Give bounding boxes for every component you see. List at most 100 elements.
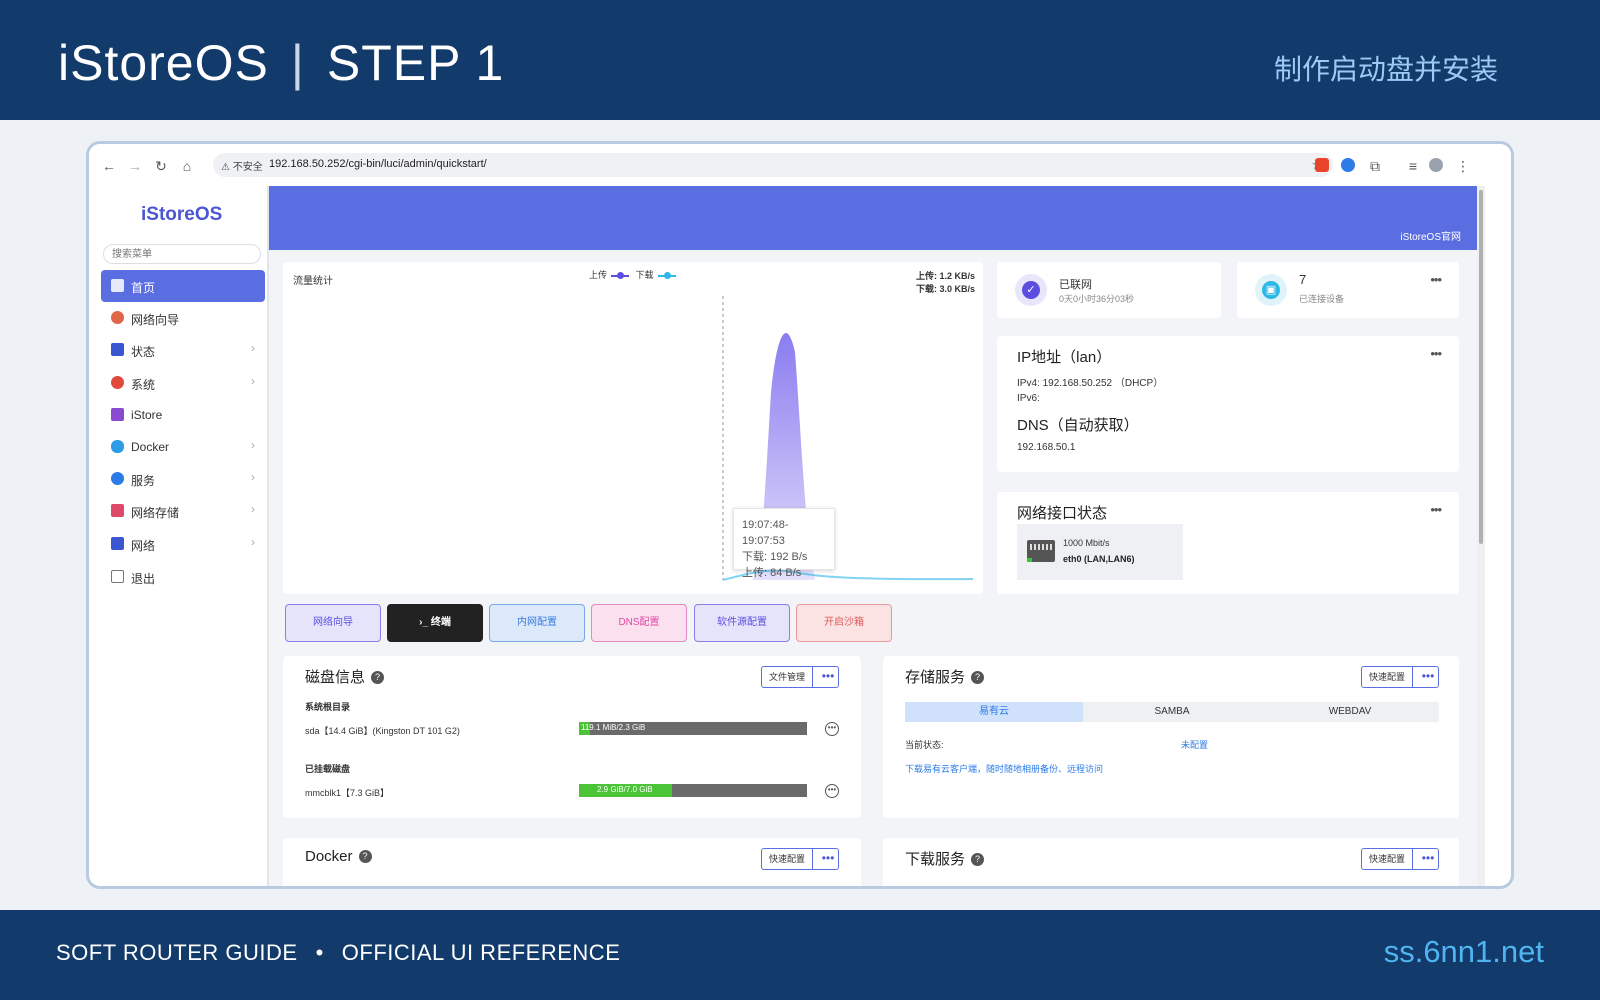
tooltip-download: 下载: 192 B/s [742, 551, 808, 563]
reading-list-icon[interactable]: ≡ [1403, 156, 1423, 176]
sidebar-item-label: 状态 [131, 345, 156, 359]
home-icon [111, 279, 124, 292]
storage-more-button[interactable]: ••• [1418, 667, 1438, 687]
online-status-card[interactable]: ✓ 已联网 0天0小时36分03秒 [997, 262, 1221, 318]
sidebar-item-nas[interactable]: 网络存储 › [101, 495, 265, 527]
sidebar-item-network[interactable]: 网络 › [101, 528, 265, 560]
sidebar-logo[interactable]: iStoreOS [141, 204, 222, 226]
top-banner: iStoreOS | STEP 1 制作启动盘并安装 [0, 0, 1600, 120]
docker-more-button[interactable]: ••• [818, 849, 838, 869]
ip-title: IP地址（lan） [1017, 349, 1112, 366]
disk-more-button[interactable]: ••• [818, 667, 838, 687]
sidebar: iStoreOS 首页 网络向导 状态 › 系统 › iStore Docker… [97, 186, 269, 886]
sidebar-item-docker[interactable]: Docker › [101, 431, 265, 463]
address-bar[interactable]: ⚠ 不安全 192.168.50.252/cgi-bin/luci/admin/… [213, 153, 1333, 177]
url-text: 192.168.50.252/cgi-bin/luci/admin/quicks… [269, 158, 487, 170]
browser-window: ← → ↻ ⌂ ⚠ 不安全 192.168.50.252/cgi-bin/luc… [86, 141, 1514, 889]
sidebar-item-status[interactable]: 状态 › [101, 334, 265, 366]
devices-more-button[interactable]: ••• [1430, 272, 1442, 287]
docker-icon [111, 440, 124, 453]
docker-quick-config-button[interactable]: 快速配置 [762, 849, 814, 869]
storage-quick-config-button[interactable]: 快速配置 [1362, 667, 1414, 687]
sidebar-item-logout[interactable]: 退出 [101, 561, 265, 593]
quick-source-button[interactable]: 软件源配置 [694, 604, 790, 642]
tab-yiyouyun[interactable]: 易有云 [905, 702, 1083, 722]
banner-step: STEP 1 [326, 35, 505, 91]
quick-terminal-button[interactable]: ›_ 终端 [387, 604, 483, 642]
download-more-button[interactable]: ••• [1418, 849, 1438, 869]
quick-dns-button[interactable]: DNS配置 [591, 604, 687, 642]
logout-icon [111, 570, 124, 583]
security-label: 不安全 [232, 162, 263, 173]
home-nav-icon[interactable]: ⌂ [177, 156, 197, 176]
page-scrollbar[interactable] [1477, 186, 1485, 886]
footer-dot: • [315, 940, 324, 965]
quick-sandbox-button[interactable]: 开启沙箱 [796, 604, 892, 642]
sidebar-item-istore[interactable]: iStore [101, 399, 265, 431]
sidebar-item-wizard[interactable]: 网络向导 [101, 302, 265, 334]
legend-download[interactable]: 下载 [636, 270, 654, 280]
chevron-right-icon: › [251, 374, 255, 388]
storage-tabs: 易有云 SAMBA WEBDAV [905, 702, 1439, 722]
file-manager-button[interactable]: 文件管理 [762, 667, 814, 687]
quick-lan-button[interactable]: 内网配置 [489, 604, 585, 642]
network-interface-card: 网络接口状态 ••• 1000 Mbit/s eth0 (LAN,LAN6) [997, 492, 1459, 594]
forward-icon[interactable]: → [125, 156, 145, 176]
banner-title: iStoreOS | STEP 1 [58, 34, 504, 92]
mounted-disk-menu-button[interactable]: ••• [825, 784, 839, 798]
quick-wizard-button[interactable]: 网络向导 [285, 604, 381, 642]
root-dir-label: 系统根目录 [305, 702, 351, 712]
ip-more-button[interactable]: ••• [1430, 346, 1442, 361]
security-warning[interactable]: ⚠ 不安全 [221, 158, 263, 173]
traffic-chart-card: 流量统计 上传 下载 上传: 1.2 KB/s 下载: 3.0 KB/s 19:… [283, 262, 983, 594]
download-quick-config-button[interactable]: 快速配置 [1362, 849, 1414, 869]
ipv4-row: IPv4: 192.168.50.252 （DHCP） [1017, 374, 1163, 389]
disk-title: 磁盘信息? [305, 666, 385, 687]
extension-red-icon[interactable] [1315, 158, 1329, 172]
footer-site: ss.6nn1.net [1383, 934, 1544, 969]
disk-info-card: 磁盘信息? 文件管理 ••• 系统根目录 sda【14.4 GiB】(Kings… [283, 656, 861, 818]
ethernet-port[interactable]: 1000 Mbit/s eth0 (LAN,LAN6) [1017, 524, 1183, 580]
search-menu-input[interactable] [103, 244, 261, 264]
profile-avatar[interactable] [1429, 158, 1443, 172]
tooltip-upload: 上传: 84 B/s [742, 567, 802, 579]
services-icon [111, 472, 124, 485]
sidebar-item-home[interactable]: 首页 [101, 270, 265, 302]
official-site-link[interactable]: iStoreOS官网 [1400, 228, 1461, 243]
chevron-right-icon: › [251, 470, 255, 484]
docker-quick-group: 快速配置 ••• [761, 848, 839, 870]
sidebar-item-label: 网络 [131, 539, 156, 553]
chart-tooltip: 19:07:48-19:07:53 下载: 192 B/s 上传: 84 B/s [733, 508, 835, 579]
scrollbar-thumb[interactable] [1479, 190, 1483, 544]
extensions-puzzle-icon[interactable]: ⧉ [1365, 156, 1385, 176]
sidebar-item-services[interactable]: 服务 › [101, 463, 265, 495]
status-icon [111, 343, 124, 356]
netif-more-button[interactable]: ••• [1430, 502, 1442, 517]
download-title-text: 下载服务 [905, 851, 966, 868]
sidebar-item-system[interactable]: 系统 › [101, 367, 265, 399]
main-content: iStoreOS官网 流量统计 上传 下载 上传: 1.2 KB/s 下载: 3… [269, 186, 1477, 886]
sidebar-item-label: 服务 [131, 474, 156, 488]
storage-status-value[interactable]: 未配置 [1181, 738, 1208, 751]
legend-upload[interactable]: 上传 [589, 270, 607, 280]
help-icon[interactable]: ? [358, 850, 372, 863]
devices-card[interactable]: ▣ 7 已连接设备 ••• [1237, 262, 1459, 318]
help-icon[interactable]: ? [971, 671, 985, 684]
reload-icon[interactable]: ↻ [151, 156, 171, 176]
wizard-icon [111, 311, 124, 324]
help-icon[interactable]: ? [371, 671, 385, 684]
chevron-right-icon: › [251, 502, 255, 516]
traffic-title: 流量统计 [293, 276, 333, 287]
disk-title-text: 磁盘信息 [305, 669, 366, 686]
help-icon[interactable]: ? [971, 853, 985, 866]
tab-webdav[interactable]: WEBDAV [1261, 702, 1439, 722]
store-icon [111, 408, 124, 421]
extension-blue-icon[interactable] [1341, 158, 1355, 172]
root-disk-menu-button[interactable]: ••• [825, 722, 839, 736]
download-client-link[interactable]: 下载易有云客户端，随时随地相册备份、远程访问 [905, 762, 1103, 775]
docker-title: Docker? [305, 848, 372, 865]
back-icon[interactable]: ← [99, 156, 119, 176]
tab-samba[interactable]: SAMBA [1083, 702, 1261, 722]
browser-menu-icon[interactable]: ⋮ [1453, 156, 1473, 176]
online-label: 已联网 [1059, 279, 1092, 291]
